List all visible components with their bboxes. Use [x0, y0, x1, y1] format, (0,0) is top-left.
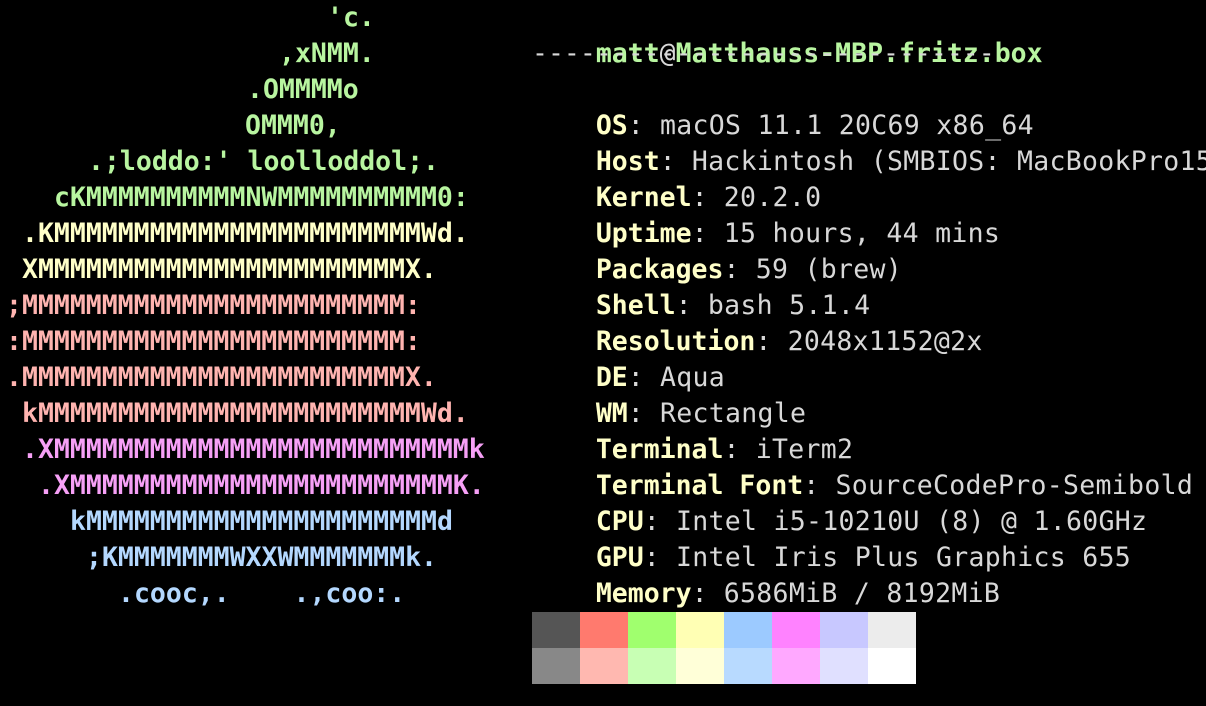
user-host-title: matt@Matthauss-MBP.fritz.box	[532, 0, 1043, 69]
logo-line: .;loddo:' loolloddol;.	[88, 146, 439, 177]
info-row-uptime: Uptime: 15 hours, 44 mins	[595, 218, 1001, 249]
logo-line: :MMMMMMMMMMMMMMMMMMMMMMMM:	[6, 326, 421, 357]
logo-line: kMMMMMMMMMMMMMMMMMMMMMMMMWd.	[22, 398, 469, 429]
color-swatch	[820, 648, 868, 684]
color-swatch	[628, 648, 676, 684]
info-row-os: OS: macOS 11.1 20C69 x86_64	[595, 110, 1034, 141]
color-swatch	[628, 612, 676, 648]
logo-line: 'c.	[327, 2, 375, 33]
info-value: 2048x1152@2x	[787, 326, 983, 357]
info-row-gpu: GPU: Intel Iris Plus Graphics 655	[595, 542, 1132, 573]
color-swatch	[724, 648, 772, 684]
logo-line: ;KMMMMMMMWXXWMMMMMMMk.	[86, 542, 437, 573]
logo-line: XMMMMMMMMMMMMMMMMMMMMMMMX.	[22, 254, 437, 285]
logo-line: .cooc,. .,coo:.	[118, 578, 406, 609]
info-row-host: Host: Hackintosh (SMBIOS: MacBookPro15,2…	[532, 108, 1206, 177]
info-key: Memory	[595, 578, 692, 609]
info-value: 6586MiB / 8192MiB	[723, 578, 1001, 609]
logo-line: .XMMMMMMMMMMMMMMMMMMMMMMMMMMk	[22, 434, 485, 465]
logo-line: .MMMMMMMMMMMMMMMMMMMMMMMMX.	[6, 362, 437, 393]
apple-ascii-logo: 'c. ,xNMM. .OMMMMo OMMM0, .;loddo:' lool…	[0, 0, 520, 620]
color-swatch	[772, 612, 820, 648]
info-row-wm: WM: Rectangle	[595, 398, 807, 429]
color-swatch	[580, 612, 628, 648]
color-swatch	[868, 612, 916, 648]
color-swatch	[676, 648, 724, 684]
logo-line: ,xNMM.	[279, 38, 375, 69]
color-swatch	[772, 648, 820, 684]
logo-line: .KMMMMMMMMMMMMMMMMMMMMMMMWd.	[22, 218, 469, 249]
color-swatch	[580, 648, 628, 684]
info-row-de: DE: Aqua	[595, 362, 726, 393]
color-palette	[532, 612, 916, 684]
info-row-kernel: Kernel: 20.2.0	[595, 182, 822, 213]
info-row-terminal-font: Terminal Font: SourceCodePro-Semibold 14	[532, 432, 1206, 501]
color-swatch	[532, 612, 580, 648]
logo-line: ;MMMMMMMMMMMMMMMMMMMMMMMM:	[6, 290, 421, 321]
logo-line: OMMM0,	[245, 110, 341, 141]
color-swatch	[820, 612, 868, 648]
logo-line: kMMMMMMMMMMMMMMMMMMMMMMd	[70, 506, 453, 537]
color-swatch	[676, 612, 724, 648]
logo-line: .OMMMMo	[247, 74, 359, 105]
logo-line: .XMMMMMMMMMMMMMMMMMMMMMMMMK.	[38, 470, 485, 501]
info-row-memory: Memory: 6586MiB / 8192MiB	[595, 578, 1001, 609]
info-row-packages: Packages: 59 (brew)	[595, 254, 902, 285]
info-row-terminal: Terminal: iTerm2	[595, 434, 854, 465]
info-row-shell: Shell: bash 5.1.4	[595, 290, 871, 321]
logo-line: cKMMMMMMMMMMNWMMMMMMMMMM0:	[54, 182, 469, 213]
color-swatch	[868, 648, 916, 684]
info-row-resolution: Resolution: 2048x1152@2x	[595, 326, 983, 357]
color-swatch	[532, 648, 580, 684]
title-separator: -----------------------------	[532, 38, 995, 69]
info-row-cpu: CPU: Intel i5-10210U (8) @ 1.60GHz	[595, 506, 1148, 537]
color-swatch	[724, 612, 772, 648]
